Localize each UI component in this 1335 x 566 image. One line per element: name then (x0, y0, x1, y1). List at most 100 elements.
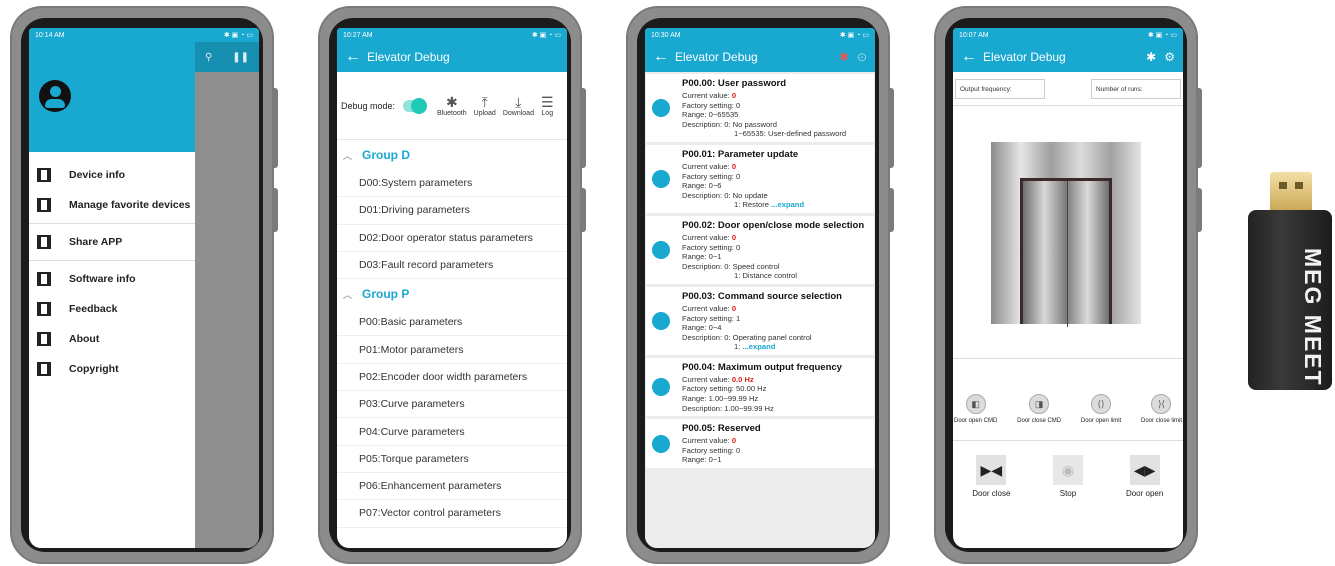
menu-device-info[interactable]: Device info (29, 160, 195, 190)
list-item[interactable]: P05:Torque parameters (337, 446, 567, 473)
parameter-title: P00.04: Maximum output frequency (682, 361, 842, 373)
group-d-header[interactable]: ︿ Group D (337, 140, 567, 170)
tool-label: Download (502, 110, 534, 117)
description-line: 1: Restore (734, 200, 770, 210)
menu-item-label: About (69, 333, 100, 345)
field-label: Range: (682, 394, 707, 404)
expand-link[interactable]: ...expand (742, 342, 775, 351)
indicator-label: Door open CMD (954, 417, 998, 424)
menu-manage-favorite-devices[interactable]: Manage favorite devices (29, 190, 195, 220)
tool-label: Upload (473, 110, 496, 117)
bluetooth-icon[interactable]: ✱ (839, 50, 849, 64)
indicator-label: Door close CMD (1017, 417, 1062, 424)
bluetooth-usb-dongle: MEG MEET (1248, 172, 1332, 390)
chevron-up-icon: ︿ (343, 150, 353, 161)
list-item[interactable]: P04:Curve parameters (337, 418, 567, 446)
list-item[interactable]: P07:Vector control parameters (337, 500, 567, 528)
status-bar: 10:30 AM ✱ ▣ ◔ ▭ (645, 28, 875, 42)
list-item[interactable]: D01:Driving parameters (337, 197, 567, 225)
tool-label: Log (541, 110, 554, 117)
door-open-button[interactable]: ◀▶ Door open (1123, 455, 1167, 498)
list-item[interactable]: P02:Encoder door width parameters (337, 364, 567, 392)
menu-item-icon (37, 362, 51, 376)
description-value: 0: Speed control (724, 261, 780, 271)
back-arrow-icon[interactable]: ← (961, 49, 977, 65)
parameter-title: P00.02: Door open/close mode selection (682, 219, 865, 231)
range-value: 0~6 (708, 181, 722, 191)
drawer-scrim[interactable]: ⚲ ❚❚ (195, 42, 259, 548)
menu-feedback[interactable]: Feedback (29, 294, 195, 324)
navigation-drawer: Device info Manage favorite devices Shar… (29, 42, 195, 548)
phone-4-screen: 10:07 AM ✱ ▣ ◔ ▭ ← Elevator Debug ✱ ⚙ Out… (953, 28, 1183, 548)
bluetooth-icon[interactable]: ✱ (1146, 50, 1156, 64)
door-close-cmd-indicator: ◨ Door close CMD (1017, 393, 1062, 424)
door-close-button[interactable]: ▶◀ Door close (969, 455, 1013, 498)
pause-icon: ❚❚ (232, 51, 250, 63)
range-value: 1.00~99.99 Hz (708, 394, 759, 404)
parameter-title: P00.01: Parameter update (682, 148, 799, 160)
expand-link[interactable]: ...expand (771, 200, 804, 209)
search-icon: ⚲ (204, 51, 213, 63)
field-label: Range: (682, 252, 707, 262)
description-value: 0: Operating panel control (724, 332, 812, 342)
tool-label: Bluetooth (437, 110, 467, 117)
list-item[interactable]: P01:Motor parameters (337, 336, 567, 364)
avatar-icon[interactable] (39, 80, 71, 112)
menu-share-app[interactable]: Share APP (29, 227, 195, 257)
status-icons: ✱ ▣ ◔ ▭ (531, 32, 561, 39)
factory-value: 0 (736, 100, 741, 110)
log-button[interactable]: ☰ Log (541, 94, 554, 117)
open-limit-icon: ⟨⟩ (1091, 393, 1112, 414)
current-value: 0.0 Hz (731, 374, 754, 384)
back-arrow-icon[interactable]: ← (653, 49, 669, 65)
parameter-card[interactable]: P00.02: Door open/close mode selection C… (646, 215, 874, 284)
field-label: Description: (682, 403, 723, 413)
group-p-header[interactable]: ︿ Group P (337, 279, 567, 309)
menu-about[interactable]: About (29, 324, 195, 354)
action-label: Stop (1059, 489, 1077, 498)
debug-mode-toggle[interactable] (403, 97, 428, 114)
door-open-limit-indicator: ⟨⟩ Door open limit (1081, 393, 1121, 424)
list-item[interactable]: D02:Door operator status parameters (337, 225, 567, 252)
parameter-card[interactable]: P00.03: Command source selection Current… (646, 286, 874, 355)
list-item[interactable]: P00:Basic parameters (337, 309, 567, 337)
app-bar: ← Elevator Debug (337, 42, 567, 72)
door-close-icon: ◨ (1029, 393, 1050, 414)
upload-button[interactable]: ⤒ Upload (474, 94, 496, 117)
parameter-status-dot (652, 378, 670, 397)
list-item[interactable]: P06:Enhancement parameters (337, 473, 567, 501)
parameter-card[interactable]: P00.05: Reserved Current value: 0 Factor… (646, 419, 874, 469)
parameter-card[interactable]: P00.01: Parameter update Current value: … (646, 144, 874, 213)
page-title: Elevator Debug (367, 50, 450, 64)
phone-2-screen: 10:27 AM ✱ ▣ ◔ ▭ ← Elevator Debug Debug … (337, 28, 567, 548)
door-close-limit-indicator: ⟩⟨ Door close limit (1141, 393, 1182, 424)
page-title: Elevator Debug (983, 50, 1066, 64)
usb-connector (1270, 172, 1312, 214)
output-frequency-field: Output frequency: (955, 78, 1045, 99)
download-button[interactable]: ⤓ Download (503, 94, 534, 117)
field-label: Description: (682, 332, 723, 342)
field-label: Description: (682, 119, 723, 129)
menu-software-info[interactable]: Software info (29, 264, 195, 294)
parameter-status-dot (652, 169, 670, 188)
location-icon[interactable]: ⊙ (857, 50, 867, 64)
bluetooth-button[interactable]: ✱ Bluetooth (437, 94, 467, 117)
stop-button[interactable]: ◉ Stop (1046, 455, 1090, 498)
parameter-card[interactable]: P00.00: User password Current value: 0 F… (646, 74, 874, 142)
menu-item-icon (37, 235, 51, 249)
gear-icon[interactable]: ⚙ (1164, 50, 1175, 64)
list-item[interactable]: D00:System parameters (337, 170, 567, 198)
download-icon: ⤓ (515, 94, 522, 110)
parameter-list: P00.00: User password Current value: 0 F… (645, 72, 875, 548)
action-label: Door open (1125, 489, 1164, 498)
description-value: 1.00~99.99 Hz (724, 403, 774, 413)
phone-4: 10:07 AM ✱ ▣ ◔ ▭ ← Elevator Debug ✱ ⚙ Out… (934, 6, 1202, 564)
list-item[interactable]: D03:Fault record parameters (337, 252, 567, 280)
parameter-card[interactable]: P00.04: Maximum output frequency Current… (646, 357, 874, 417)
upload-icon: ⤒ (481, 94, 488, 110)
back-arrow-icon[interactable]: ← (345, 49, 361, 65)
menu-copyright[interactable]: Copyright (29, 354, 195, 384)
readout-row: Output frequency: Number of runs: (953, 72, 1183, 106)
menu-item-icon (37, 198, 51, 212)
list-item[interactable]: P03:Curve parameters (337, 391, 567, 419)
